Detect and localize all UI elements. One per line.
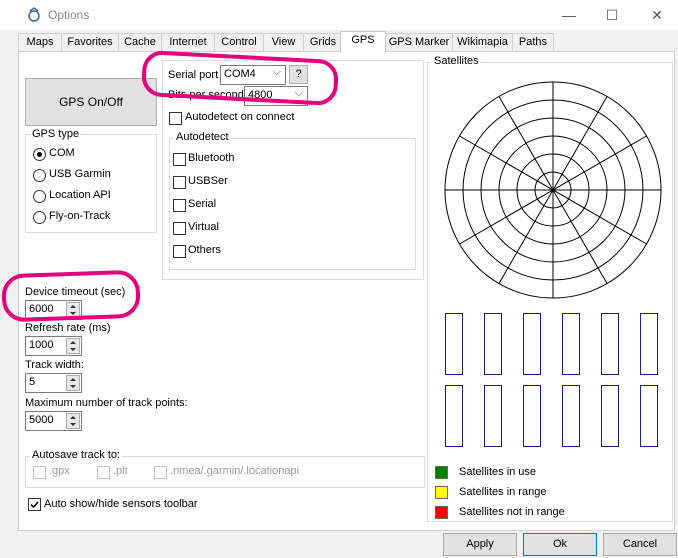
autodetect-virtual-checkbox[interactable] <box>173 222 186 235</box>
tab-gps-marker[interactable]: GPS Marker <box>385 33 453 51</box>
satellite-signal-bar <box>640 385 658 447</box>
satellite-signal-bar <box>562 313 580 375</box>
satellites-legend: Satellites <box>432 55 481 67</box>
window-title: Options <box>48 8 90 22</box>
tab-paths[interactable]: Paths <box>512 33 554 51</box>
ok-button[interactable]: Ok <box>523 533 597 556</box>
satellite-signal-bar <box>523 313 541 375</box>
track-width-value: 5 <box>29 376 36 388</box>
satellite-signal-bar <box>484 313 502 375</box>
tab-gps[interactable]: GPS <box>340 31 386 53</box>
max-track-points-stepper[interactable]: 5000 <box>25 411 82 431</box>
satellite-signal-bar <box>484 385 502 447</box>
tab-internet[interactable]: Internet <box>161 33 215 51</box>
minimize-icon[interactable]: — <box>555 4 583 26</box>
autodetect-serial-label: Serial <box>188 198 217 210</box>
autodetect-others-label: Others <box>188 244 222 256</box>
satellite-signal-bar <box>640 313 658 375</box>
satellite-signal-bar <box>601 313 619 375</box>
refresh-rate-stepper[interactable]: 1000 <box>25 336 82 356</box>
radio-location-api[interactable] <box>33 190 46 203</box>
radio-fly-on-track[interactable] <box>33 211 46 224</box>
auto-show-toolbar-checkbox[interactable] <box>28 498 41 511</box>
satellite-signal-bar <box>601 385 619 447</box>
autodetect-bluetooth-label: Bluetooth <box>188 152 235 164</box>
legend-swatch-in-range <box>435 486 448 499</box>
legend-not-in-range-label: Satellites not in range <box>459 506 565 518</box>
tab-favorites[interactable]: Favorites <box>61 33 119 51</box>
autodetect-virtual-label: Virtual <box>188 221 219 233</box>
tab-control[interactable]: Control <box>214 33 264 51</box>
stepper-arrows-icon[interactable] <box>66 338 80 354</box>
radio-selected-dot <box>37 152 42 157</box>
tab-maps[interactable]: Maps <box>18 33 62 51</box>
autosave-gpx-label: .gpx <box>49 465 70 477</box>
radio-location-api-label: Location API <box>49 189 111 201</box>
app-icon <box>28 7 40 22</box>
tab-view[interactable]: View <box>263 33 304 51</box>
refresh-rate-value: 1000 <box>29 339 54 351</box>
max-track-points-label: Maximum number of track points: <box>25 397 188 409</box>
refresh-rate-label: Refresh rate (ms) <box>25 322 111 334</box>
tab-wikimapia[interactable]: Wikimapia <box>452 33 513 51</box>
legend-swatch-not-in-range <box>435 506 448 519</box>
autodetect-others-checkbox[interactable] <box>173 245 186 258</box>
satellite-signal-bar <box>523 385 541 447</box>
stepper-arrows-icon[interactable] <box>66 375 80 391</box>
autosave-plt-label: .plt <box>113 465 128 477</box>
legend-in-range-label: Satellites in range <box>459 486 547 498</box>
autodetect-serial-checkbox[interactable] <box>173 199 186 212</box>
auto-show-toolbar-label: Auto show/hide sensors toolbar <box>44 498 198 510</box>
radio-fly-on-track-label: Fly-on-Track <box>49 210 111 222</box>
maximize-icon[interactable]: ☐ <box>598 4 626 26</box>
legend-swatch-in-use <box>435 466 448 479</box>
check-icon <box>30 501 39 509</box>
satellite-sky-plot <box>444 81 662 299</box>
tab-cache[interactable]: Cache <box>118 33 162 51</box>
track-width-label: Track width: <box>25 359 84 371</box>
apply-button[interactable]: Apply <box>443 533 517 556</box>
autosave-nmea-checkbox[interactable] <box>154 466 167 479</box>
max-track-points-value: 5000 <box>29 414 54 426</box>
gps-on-off-button[interactable]: GPS On/Off <box>25 78 157 126</box>
radio-com[interactable] <box>33 148 46 161</box>
radio-usb-garmin[interactable] <box>33 169 46 182</box>
cancel-button[interactable]: Cancel <box>603 533 677 556</box>
autosave-plt-checkbox[interactable] <box>97 466 110 479</box>
autodetect-on-connect-label: Autodetect on connect <box>185 111 295 123</box>
autodetect-usbser-label: USBSer <box>188 175 228 187</box>
title-bar: Options — ☐ ✕ <box>0 0 678 30</box>
radio-usb-garmin-label: USB Garmin <box>49 168 111 180</box>
autodetect-legend: Autodetect <box>174 131 231 143</box>
annotation-highlight-timeout <box>1 269 141 323</box>
legend-in-use-label: Satellites in use <box>459 466 537 478</box>
satellite-signal-bar <box>445 385 463 447</box>
autodetect-usbser-checkbox[interactable] <box>173 176 186 189</box>
stepper-arrows-icon[interactable] <box>66 413 80 429</box>
autodetect-bluetooth-checkbox[interactable] <box>173 153 186 166</box>
satellite-signal-bar <box>562 385 580 447</box>
tab-grids[interactable]: Grids <box>303 33 343 51</box>
gps-type-legend: GPS type <box>30 128 82 140</box>
close-icon[interactable]: ✕ <box>643 4 671 26</box>
autosave-legend: Autosave track to: <box>30 449 123 461</box>
track-width-stepper[interactable]: 5 <box>25 373 82 393</box>
satellite-signal-bar <box>445 313 463 375</box>
radio-com-label: COM <box>49 147 75 159</box>
autodetect-on-connect-checkbox[interactable] <box>169 112 182 125</box>
autosave-nmea-label: .nmea/.garmin/.locationapi <box>170 465 300 477</box>
autosave-gpx-checkbox[interactable] <box>33 466 46 479</box>
